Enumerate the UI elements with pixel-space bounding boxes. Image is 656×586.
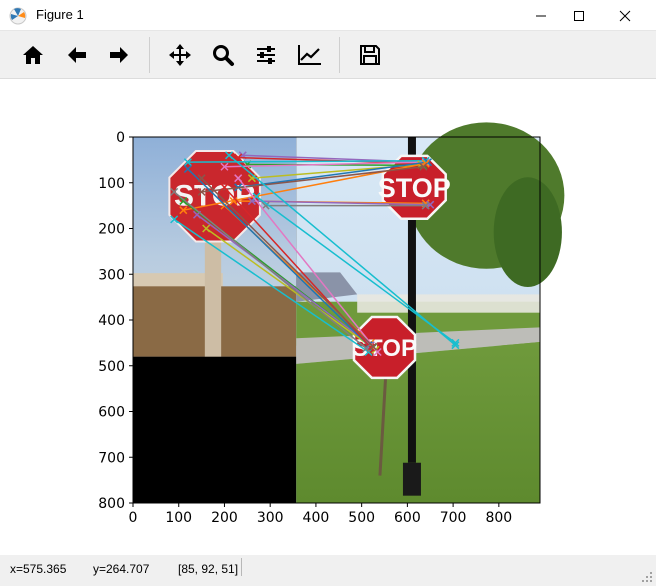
zoom-button[interactable] [207,40,239,70]
move-icon [169,44,191,66]
maximize-button[interactable] [556,0,602,31]
home-button[interactable] [17,40,49,70]
arrow-right-icon [110,47,128,63]
minimize-icon [536,15,546,17]
cursor-x-readout: x=575.365 [10,562,67,576]
y-tick-label: 400 [98,313,125,329]
figure-canvas[interactable]: STOPSTOPSTOP 010020030040050060070080001… [0,79,656,555]
y-tick-label: 800 [98,496,125,512]
close-icon [619,10,631,22]
zoom-icon [213,45,234,66]
y-tick-label: 300 [98,267,125,283]
maximize-icon [574,11,584,21]
x-tick-label: 500 [348,510,375,526]
pixel-value-readout: [85, 92, 51] [178,562,239,576]
close-button[interactable] [602,0,648,31]
right-stop-sign-upper-lettering: STOP [378,173,451,203]
y-tick-label: 500 [98,359,125,375]
pan-button[interactable] [164,40,196,70]
right-fence [357,294,540,313]
forward-button[interactable] [103,40,135,70]
navigation-toolbar [0,31,656,79]
cursor-y-readout: y=264.707 [93,562,150,576]
x-tick-label: 700 [440,510,467,526]
right-pole-base [402,462,421,496]
status-divider [241,558,242,576]
toolbar-separator [339,37,340,73]
x-tick-label: 100 [165,510,192,526]
title-bar: Figure 1 [0,0,656,31]
right-stop-signs-photo: STOPSTOP [296,122,565,503]
resize-grip-icon[interactable] [641,571,653,583]
save-icon [360,45,380,65]
x-tick-label: 400 [303,510,330,526]
toolbar-separator [149,37,150,73]
left-post [204,235,222,357]
y-tick-label: 0 [116,130,125,146]
arrow-left-icon [68,47,86,63]
x-tick-label: 200 [211,510,238,526]
y-tick-label: 700 [98,450,125,466]
configure-subplots-button[interactable] [250,40,282,70]
sliders-icon [257,46,275,64]
back-button[interactable] [61,40,93,70]
x-tick-label: 0 [129,510,138,526]
y-tick-label: 100 [98,176,125,192]
x-tick-label: 600 [394,510,421,526]
save-button[interactable] [354,40,386,70]
x-tick-label: 800 [485,510,512,526]
plot-area[interactable]: STOPSTOPSTOP 010020030040050060070080001… [0,79,656,555]
chart-icon [298,45,321,65]
right-trees-2 [493,177,562,288]
status-bar: x=575.365 y=264.707 [85, 92, 51] [0,555,656,586]
home-icon [23,46,43,64]
y-tick-label: 200 [98,222,125,238]
y-tick-label: 600 [98,405,125,421]
matplotlib-app-icon [9,7,27,25]
x-tick-label: 300 [257,510,284,526]
window-title: Figure 1 [36,7,84,22]
edit-axes-button[interactable] [293,40,325,70]
